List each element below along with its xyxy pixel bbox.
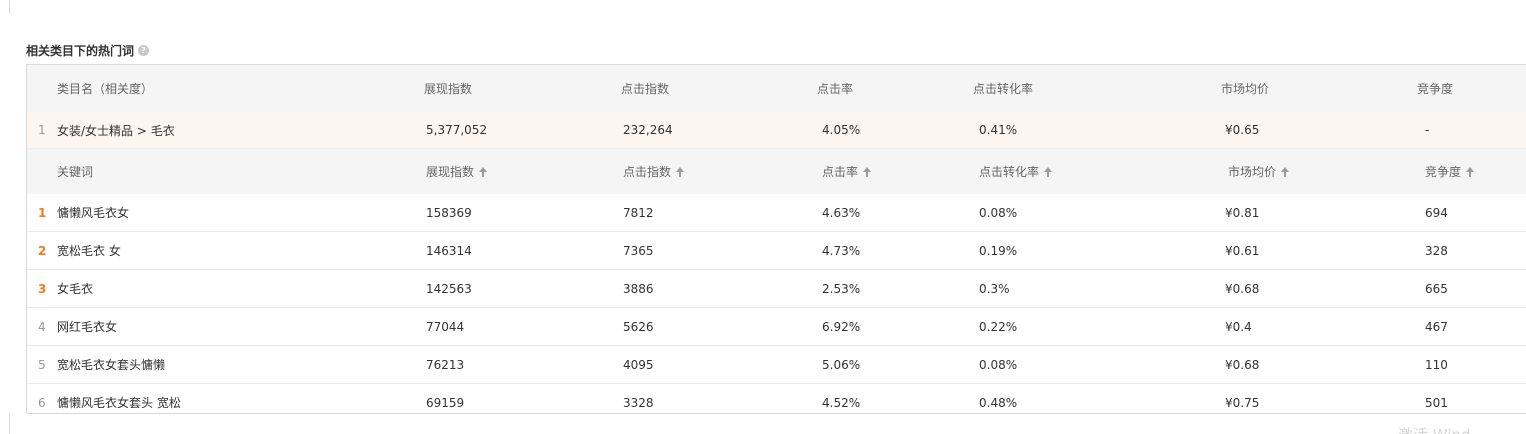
cvr-value: 0.48% — [979, 395, 1018, 410]
cvr-value: 0.3% — [979, 281, 1010, 296]
column-header-impressions: 展现指数 — [424, 82, 473, 96]
ctr-value: 4.73% — [822, 243, 861, 258]
competition-value: 328 — [1425, 243, 1448, 258]
impressions-value: 5,377,052 — [426, 123, 488, 137]
clicks-value: 3886 — [623, 281, 654, 296]
impressions-value: 158369 — [426, 205, 472, 220]
competition-value: - — [1425, 123, 1430, 137]
divider — [9, 414, 10, 434]
cvr-value: 0.08% — [979, 357, 1018, 372]
question-circle-icon[interactable]: ? — [138, 44, 150, 56]
column-header-label: 点击转化率 — [979, 165, 1040, 179]
column-header-category: 类目名（相关度） — [57, 82, 154, 96]
page: 相关类目下的热门词 ? 类目名（相关度） 展现指数 点击指数 点击率 点击转化率… — [0, 0, 1526, 434]
sort-arrow-up-icon — [479, 166, 488, 177]
rank-number: 3 — [38, 281, 47, 296]
category-row[interactable]: 1 女装/女士精品 > 毛衣 5,377,052 232,264 4.05% 0… — [27, 112, 1526, 149]
column-header-label: 市场均价 — [1228, 165, 1277, 179]
category-table-header: 类目名（相关度） 展现指数 点击指数 点击率 点击转化率 市场均价 竞争度 — [27, 65, 1526, 112]
rank-number: 4 — [38, 319, 46, 334]
competition-value: 501 — [1425, 395, 1448, 410]
keyword-table-header: 关键词 展现指数 点击指数 点击率 点击转化率 市场均价 竞争度 — [27, 149, 1526, 194]
column-header-label: 竞争度 — [1425, 165, 1462, 179]
sort-arrow-up-icon — [676, 166, 685, 177]
section-title-text: 相关类目下的热门词 — [26, 43, 135, 58]
column-header-cvr: 点击转化率 — [973, 82, 1034, 96]
keyword-text: 慵懒风毛衣女套头 宽松 — [57, 396, 181, 410]
keyword-text: 女毛衣 — [57, 282, 94, 296]
clicks-value: 7812 — [623, 205, 654, 220]
clicks-value: 4095 — [623, 357, 654, 372]
section-title: 相关类目下的热门词 ? — [26, 41, 150, 59]
impressions-value: 69159 — [426, 395, 465, 410]
impressions-value: 146314 — [426, 243, 472, 258]
hot-words-table: 类目名（相关度） 展现指数 点击指数 点击率 点击转化率 市场均价 竞争度 1 … — [26, 64, 1526, 414]
clicks-value: 3328 — [623, 395, 654, 410]
activation-watermark: 激活 Wind — [1398, 424, 1470, 434]
clicks-value: 7365 — [623, 243, 654, 258]
rank-number: 6 — [38, 395, 46, 410]
sort-arrow-up-icon — [863, 166, 872, 177]
competition-value: 467 — [1425, 319, 1448, 334]
keyword-text: 宽松毛衣女套头慵懒 — [57, 358, 166, 372]
sort-cvr-button[interactable]: 点击转化率 — [979, 149, 1053, 194]
avg-price-value: ¥0.68 — [1225, 281, 1260, 296]
sort-arrow-up-icon — [1044, 166, 1053, 177]
column-header-label: 点击指数 — [623, 165, 672, 179]
keyword-text: 网红毛衣女 — [57, 320, 118, 334]
ctr-value: 4.63% — [822, 205, 861, 220]
cvr-value: 0.19% — [979, 243, 1018, 258]
table-row[interactable]: 2 宽松毛衣 女 146314 7365 4.73% 0.19% ¥0.61 3… — [27, 232, 1526, 270]
avg-price-value: ¥0.61 — [1225, 243, 1260, 258]
avg-price-value: ¥0.4 — [1225, 319, 1252, 334]
sort-impressions-button[interactable]: 展现指数 — [426, 149, 488, 194]
category-name: 女装/女士精品 > 毛衣 — [57, 123, 175, 138]
rank-number: 1 — [38, 205, 47, 220]
clicks-value: 5626 — [623, 319, 654, 334]
table-row[interactable]: 1 慵懒风毛衣女 158369 7812 4.63% 0.08% ¥0.81 6… — [27, 194, 1526, 232]
sort-competition-button[interactable]: 竞争度 — [1425, 149, 1475, 194]
impressions-value: 77044 — [426, 319, 465, 334]
table-row[interactable]: 5 宽松毛衣女套头慵懒 76213 4095 5.06% 0.08% ¥0.68… — [27, 346, 1526, 384]
divider — [9, 0, 10, 14]
sort-arrow-up-icon — [1466, 166, 1475, 177]
ctr-value: 6.92% — [822, 319, 861, 334]
ctr-value: 2.53% — [822, 281, 861, 296]
impressions-value: 76213 — [426, 357, 465, 372]
cvr-value: 0.08% — [979, 205, 1018, 220]
competition-value: 110 — [1425, 357, 1448, 372]
rank-number: 5 — [38, 357, 46, 372]
table-row[interactable]: 6 慵懒风毛衣女套头 宽松 69159 3328 4.52% 0.48% ¥0.… — [27, 384, 1526, 413]
avg-price-value: ¥0.65 — [1225, 123, 1260, 137]
cvr-value: 0.41% — [979, 123, 1018, 137]
ctr-value: 4.05% — [822, 123, 861, 137]
clicks-value: 232,264 — [623, 123, 673, 137]
column-header-ctr: 点击率 — [817, 82, 854, 96]
column-header-keyword: 关键词 — [57, 165, 94, 179]
rank-number: 1 — [38, 123, 46, 137]
sort-avg-price-button[interactable]: 市场均价 — [1228, 149, 1290, 194]
column-header-clicks: 点击指数 — [621, 82, 670, 96]
ctr-value: 4.52% — [822, 395, 861, 410]
table-row[interactable]: 3 女毛衣 142563 3886 2.53% 0.3% ¥0.68 665 — [27, 270, 1526, 308]
column-header-label: 点击率 — [822, 165, 859, 179]
avg-price-value: ¥0.68 — [1225, 357, 1260, 372]
ctr-value: 5.06% — [822, 357, 861, 372]
rank-number: 2 — [38, 243, 47, 258]
avg-price-value: ¥0.75 — [1225, 395, 1260, 410]
sort-clicks-button[interactable]: 点击指数 — [623, 149, 685, 194]
keyword-text: 宽松毛衣 女 — [57, 244, 121, 258]
column-header-competition: 竞争度 — [1417, 82, 1454, 96]
column-header-avg-price: 市场均价 — [1221, 82, 1270, 96]
sort-ctr-button[interactable]: 点击率 — [822, 149, 872, 194]
sort-arrow-up-icon — [1281, 166, 1290, 177]
competition-value: 694 — [1425, 205, 1448, 220]
avg-price-value: ¥0.81 — [1225, 205, 1260, 220]
keyword-text: 慵懒风毛衣女 — [57, 206, 130, 220]
impressions-value: 142563 — [426, 281, 472, 296]
column-header-label: 展现指数 — [426, 165, 475, 179]
cvr-value: 0.22% — [979, 319, 1018, 334]
competition-value: 665 — [1425, 281, 1448, 296]
table-row[interactable]: 4 网红毛衣女 77044 5626 6.92% 0.22% ¥0.4 467 — [27, 308, 1526, 346]
